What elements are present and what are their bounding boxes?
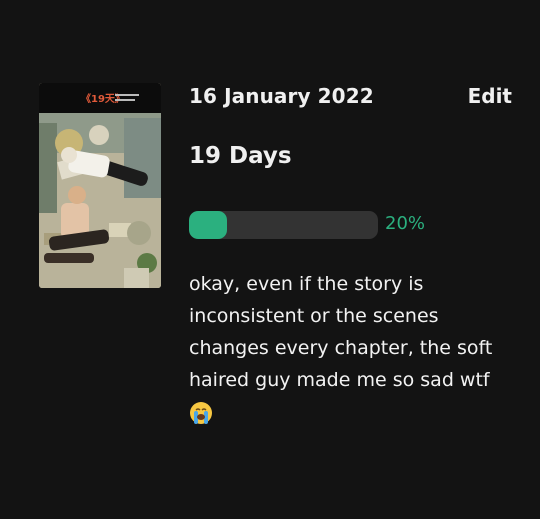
journal-entry: 《19天》 16 January 2022 Edit 19 Days 20% o… [0, 0, 540, 519]
loudly-crying-face-icon [190, 401, 212, 424]
edit-button[interactable]: Edit [468, 84, 512, 108]
review-text-block: okay, even if the story is inconsistent … [189, 268, 519, 428]
cover-illustration: 《19天》 [39, 83, 161, 288]
book-cover[interactable]: 《19天》 [39, 83, 161, 288]
progress-bar [189, 211, 378, 239]
book-title[interactable]: 19 Days [189, 143, 292, 169]
cover-logo: 《19天》 [81, 92, 125, 105]
review-text: okay, even if the story is inconsistent … [189, 273, 493, 391]
progress-bar-fill [189, 211, 227, 239]
progress-percent: 20% [385, 213, 426, 234]
entry-date: 16 January 2022 [189, 84, 374, 108]
